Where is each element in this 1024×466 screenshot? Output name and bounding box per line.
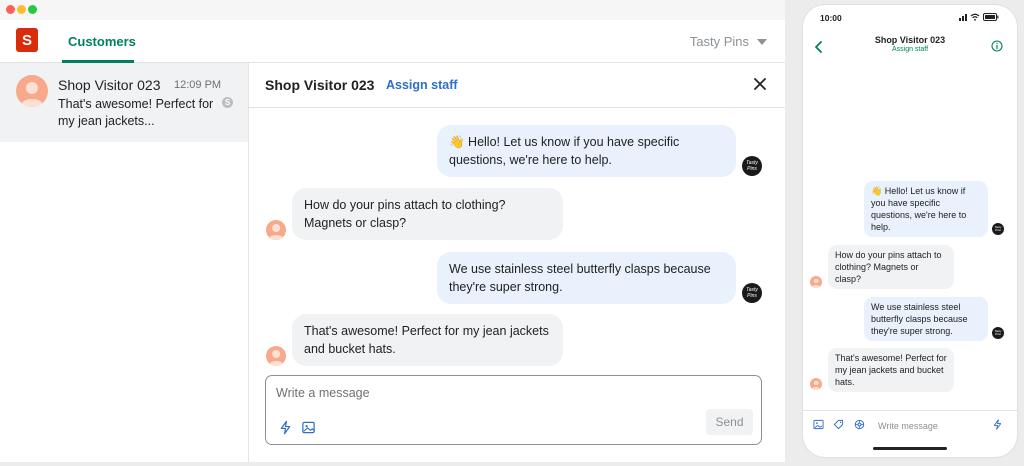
status-bar-time: 10:00 [820,13,842,23]
chat-header: Shop Visitor 023 Assign staff [249,63,785,108]
lightning-icon[interactable] [992,419,1003,430]
conversation-name: Shop Visitor 023 [58,77,161,93]
customer-avatar [810,276,822,288]
minimize-window-button[interactable] [17,5,26,14]
window-titlebar [0,0,785,20]
message-bubble-customer: That's awesome! Perfect for my jean jack… [292,314,563,366]
image-icon[interactable] [301,420,316,435]
channel-badge-icon: S [222,97,233,108]
close-window-button[interactable] [6,5,15,14]
desktop-window: S Customers Tasty Pins Shop Visitor 023 … [0,0,785,462]
phone-message-merchant: We use stainless steel butterfly clasps … [864,297,988,341]
avatar [16,75,48,107]
phone-message-input[interactable]: Write message [878,421,938,431]
settings-icon[interactable] [854,419,865,430]
conversation-preview: That's awesome! Perfect for my jean jack… [58,97,214,128]
mobile-preview: 10:00 Shop Visitor 023 Assign staff 👋 He… [803,5,1017,457]
message-input[interactable] [276,386,746,400]
merchant-avatar: Tasty Pins [742,156,762,176]
phone-message-merchant: 👋 Hello! Let us know if you have specifi… [864,181,988,237]
customer-avatar [266,346,286,366]
store-name: Tasty Pins [689,34,749,49]
chat-panel: Shop Visitor 023 Assign staff 👋 Hello! L… [249,63,785,462]
merchant-avatar: Tasty Pins [992,327,1004,339]
top-navigation: S Customers Tasty Pins [0,20,785,63]
chat-title: Shop Visitor 023 [265,77,375,93]
tab-customers[interactable]: Customers [68,34,136,49]
maximize-window-button[interactable] [28,5,37,14]
image-icon[interactable] [813,419,824,430]
store-selector[interactable]: Tasty Pins [690,34,767,49]
phone-chat-title: Shop Visitor 023 [874,35,946,45]
merchant-avatar: Tasty Pins [742,283,762,303]
signal-icon [959,14,967,21]
phone-composer: Write message [803,410,1017,438]
conversation-item[interactable]: Shop Visitor 023 12:09 PM That's awesome… [0,63,248,142]
assign-staff-link[interactable]: Assign staff [386,78,458,92]
message-bubble-customer: How do your pins attach to clothing? Mag… [292,188,563,240]
customer-avatar [810,378,822,390]
merchant-avatar: Tasty Pins [992,223,1004,235]
info-icon[interactable] [991,40,1003,52]
phone-assign-staff-link[interactable]: Assign staff [803,46,1017,53]
conversation-list: Shop Visitor 023 12:09 PM That's awesome… [0,63,249,462]
phone-message-customer: That's awesome! Perfect for my jean jack… [828,348,954,392]
chevron-down-icon [757,38,767,45]
message-bubble-merchant: We use stainless steel butterfly clasps … [437,252,736,304]
message-bubble-merchant: 👋 Hello! Let us know if you have specifi… [437,125,736,177]
lightning-icon[interactable] [278,420,293,435]
conversation-time: 12:09 PM [174,79,222,91]
customer-avatar [266,220,286,240]
wifi-icon [970,13,980,21]
send-button[interactable]: Send [706,409,753,435]
phone-message-customer: How do your pins attach to clothing? Mag… [828,245,954,289]
status-bar-icons [959,13,999,21]
tag-icon[interactable] [833,419,844,430]
message-composer: Send [265,375,762,445]
home-indicator [873,447,947,450]
close-icon[interactable] [751,75,769,93]
shop-logo[interactable]: S [16,28,38,52]
battery-icon [983,13,999,21]
